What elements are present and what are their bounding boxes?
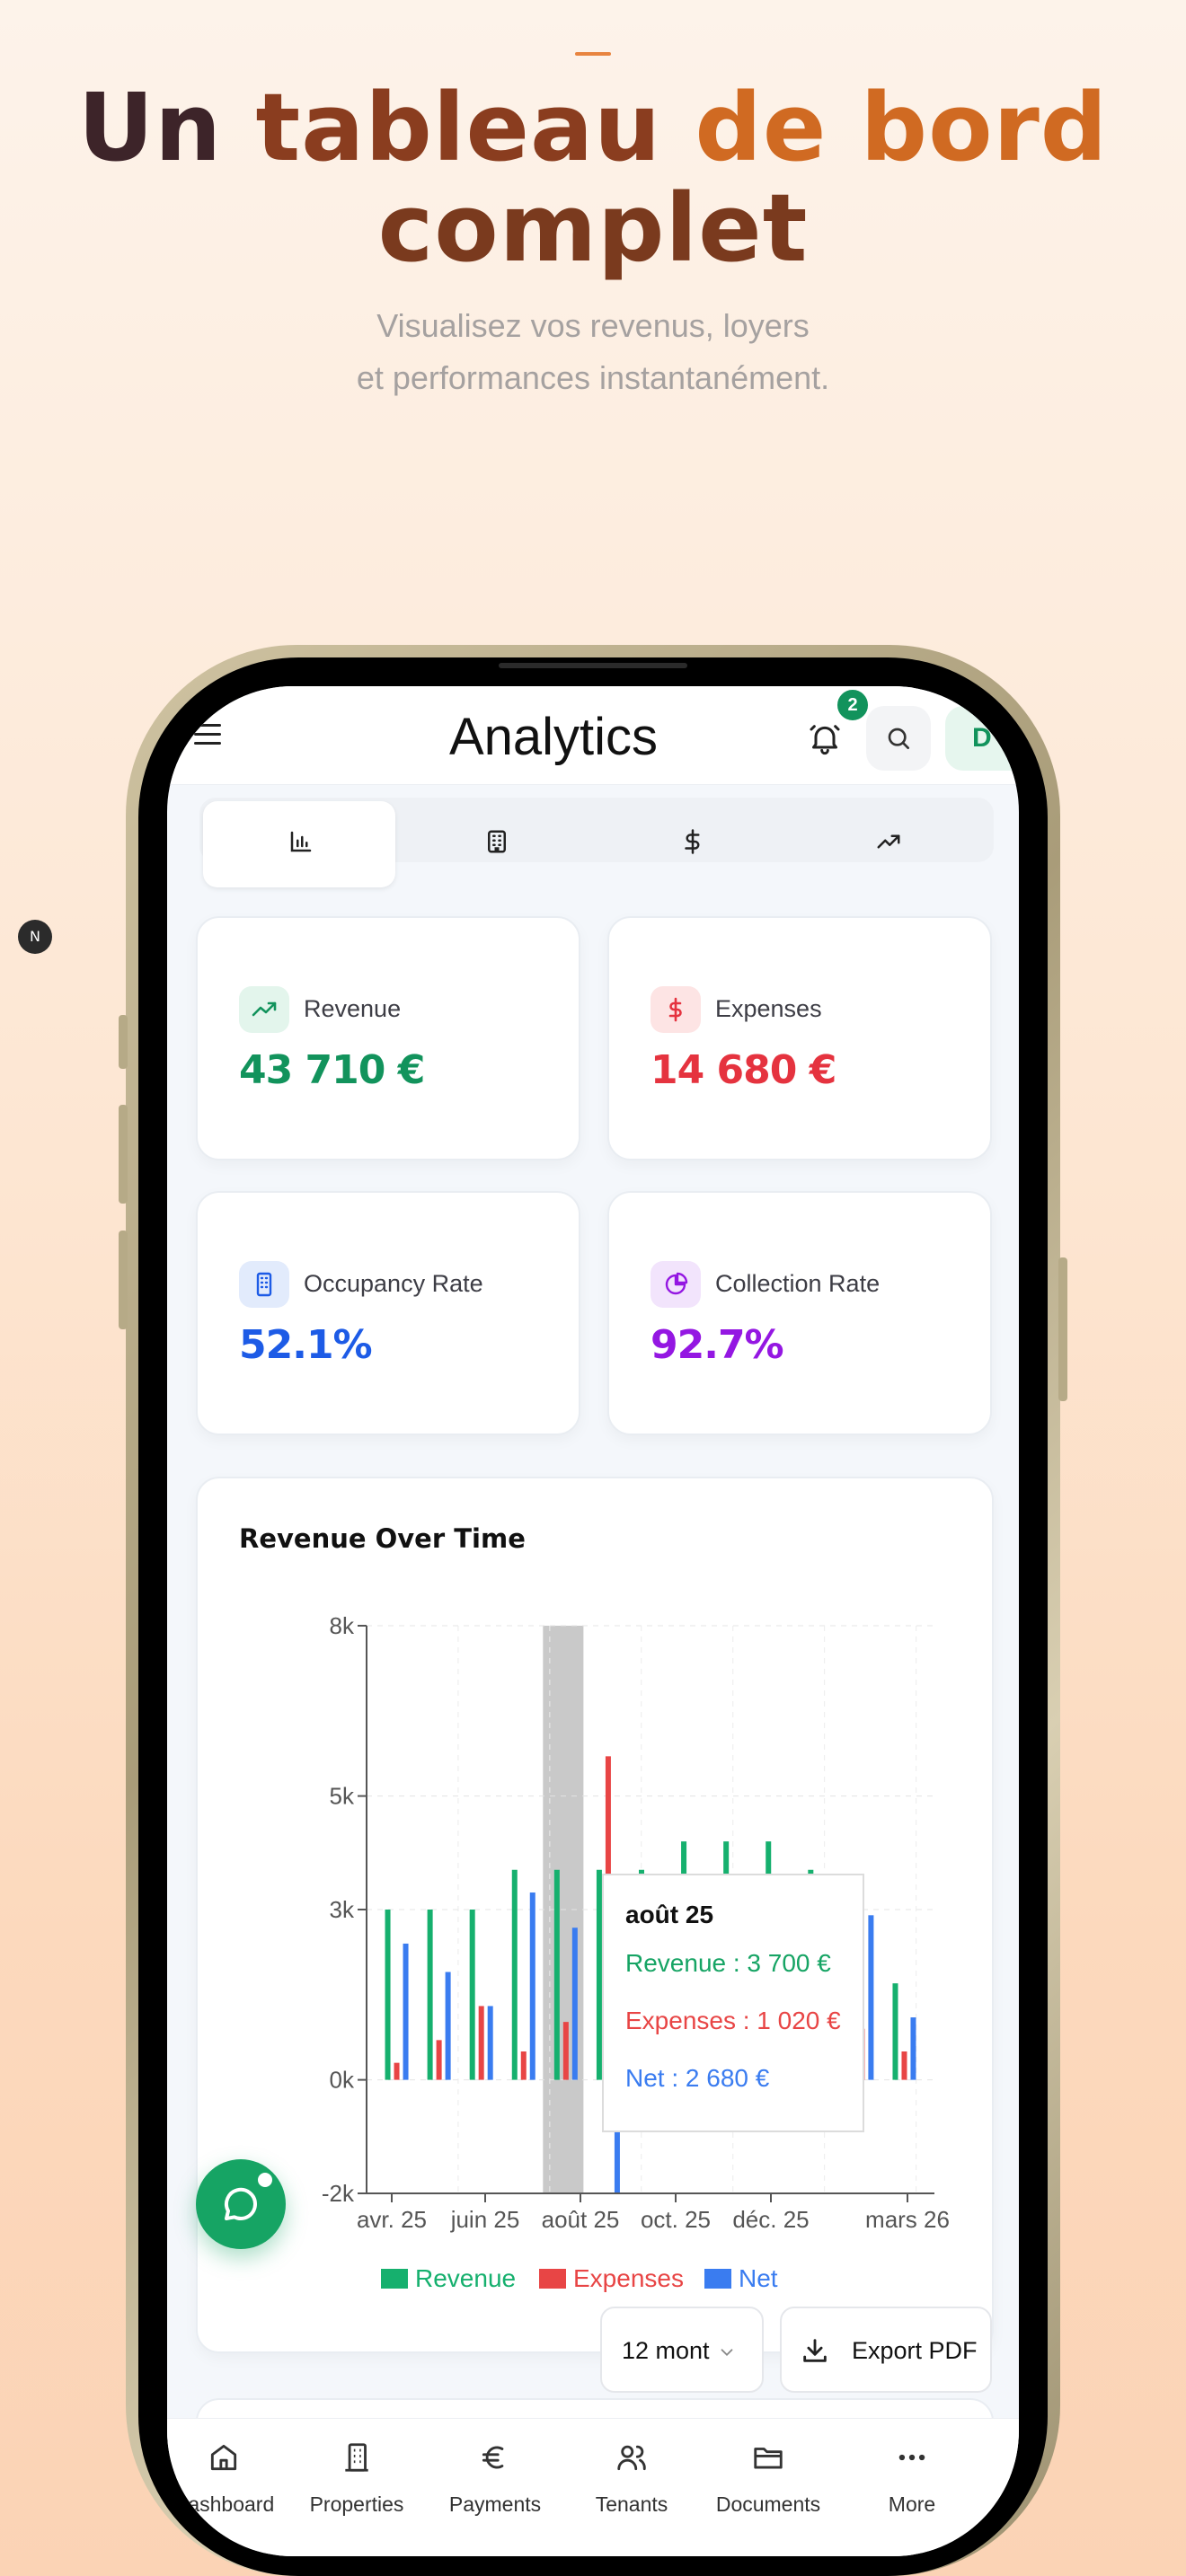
nav-documents[interactable]: Documents: [697, 2419, 839, 2556]
hero-subtitle-line: Visualisez vos revenus, loyers: [376, 307, 810, 344]
chart-y-tick-label: -2k: [322, 2180, 355, 2207]
chart-x-tick-label: déc. 25: [732, 2206, 809, 2233]
period-select[interactable]: 12 mont: [600, 2307, 764, 2393]
hero-title-word: bord: [860, 73, 1109, 182]
hero-subtitle: Visualisez vos revenus, loyers et perfor…: [0, 300, 1186, 404]
chart-bar: [436, 2040, 442, 2080]
nav-label: Payments: [448, 2492, 542, 2516]
chat-icon: [225, 2187, 258, 2220]
chart-bar: [892, 1983, 898, 2080]
phone-side-button: [119, 1105, 128, 1204]
legend-swatch: [704, 2269, 731, 2289]
nav-more[interactable]: More: [841, 2419, 983, 2556]
chart-bar: [511, 1869, 518, 2080]
home-icon: [210, 2444, 237, 2471]
app-screen: Analytics 2 D Revenue 43 710 € Expenses …: [167, 686, 1019, 2556]
chart-bar: [445, 1972, 451, 2080]
nav-tenants[interactable]: Tenants: [561, 2419, 703, 2556]
chart-y-tick-label: 5k: [330, 1783, 355, 1810]
chart-bar: [478, 2006, 484, 2080]
chart-bar: [427, 1910, 433, 2080]
chart-bar: [571, 1928, 578, 2080]
chart-bar: [553, 1869, 560, 2080]
chart-bar: [868, 1915, 874, 2080]
nav-properties[interactable]: Properties: [286, 2419, 428, 2556]
hero-title: Un tableau de bord complet: [0, 77, 1186, 278]
chart-bar: [487, 2006, 493, 2080]
chart-bar: [520, 2051, 527, 2080]
accent-dash: [575, 52, 611, 56]
hero-title-word: tableau: [255, 73, 662, 182]
phone-side-button: [119, 1231, 128, 1329]
phone-side-button: [1058, 1257, 1067, 1401]
tooltip-title: août 25: [625, 1901, 714, 1928]
download-icon: [803, 2339, 827, 2362]
tooltip-expenses: Expenses : 1 020 €: [625, 2007, 841, 2034]
nav-payments[interactable]: Payments: [424, 2419, 566, 2556]
chart-bar: [529, 1892, 535, 2080]
chat-notification-dot: [255, 2170, 275, 2190]
chart-bar: [469, 1910, 475, 2080]
revenue-chart[interactable]: 8k 5k 3k 0k -2kavr. 25 juin 25 août 25 oct. 25 d…: [167, 686, 1019, 2556]
folder-icon: [754, 2448, 783, 2469]
chevron-down-icon: [721, 2349, 733, 2357]
building-icon: [345, 2443, 368, 2472]
chart-bar: [910, 2017, 916, 2080]
chart-x-tick-label: mars 26: [865, 2206, 950, 2233]
hero-title-word: complet: [377, 173, 809, 283]
nav-label: Tenants: [595, 2492, 668, 2516]
nav-label: Properties: [309, 2492, 404, 2516]
chart-bar: [403, 1943, 409, 2080]
tooltip-net: Net : 2 680 €: [625, 2064, 770, 2092]
bottom-nav: Dashboard Properties Payments Tenants Do…: [167, 2418, 1019, 2556]
export-pdf-button[interactable]: Export PDF: [780, 2307, 992, 2393]
legend-label: Net: [739, 2264, 778, 2292]
chart-y-tick-label: 8k: [330, 1612, 355, 1639]
chart-x-tick-label: avr. 25: [357, 2206, 427, 2233]
phone-speaker: [499, 663, 687, 668]
legend-swatch: [539, 2269, 566, 2289]
chart-tooltip: août 25 Revenue : 3 700 € Expenses : 1 0…: [602, 1874, 864, 2132]
legend-label: Revenue: [415, 2264, 516, 2292]
chart-x-tick-label: août 25: [542, 2206, 620, 2233]
hero-title-word: Un: [77, 73, 223, 182]
nav-label: More: [888, 2492, 936, 2516]
export-pdf-label: Export PDF: [852, 2337, 978, 2364]
chart-bar: [394, 2062, 400, 2080]
euro-icon: [482, 2446, 504, 2469]
phone-side-button: [119, 1015, 128, 1069]
hero-title-word: de: [695, 73, 828, 182]
chart-bar: [562, 2022, 569, 2080]
chart-x-tick-label: juin 25: [450, 2206, 520, 2233]
nav-label: Documents: [715, 2492, 821, 2516]
users-icon: [617, 2445, 646, 2471]
more-icon: [898, 2454, 925, 2461]
chart-y-tick-label: 0k: [330, 2067, 355, 2094]
chart-x-tick-label: oct. 25: [641, 2206, 711, 2233]
chart-bar: [385, 1910, 391, 2080]
nav-label: Dashboard: [173, 2492, 275, 2516]
nav-dashboard[interactable]: Dashboard: [167, 2419, 295, 2556]
legend-swatch: [381, 2269, 408, 2289]
dev-indicator-badge[interactable]: N: [18, 920, 52, 954]
period-select-value: 12 mont: [622, 2337, 710, 2364]
legend-label: Expenses: [573, 2264, 684, 2292]
chart-y-tick-label: 3k: [330, 1896, 355, 1923]
chart-bar: [901, 2051, 907, 2080]
hero-subtitle-line: et performances instantanément.: [356, 359, 830, 396]
chat-button[interactable]: [196, 2159, 286, 2249]
tooltip-revenue: Revenue : 3 700 €: [625, 1949, 831, 1977]
